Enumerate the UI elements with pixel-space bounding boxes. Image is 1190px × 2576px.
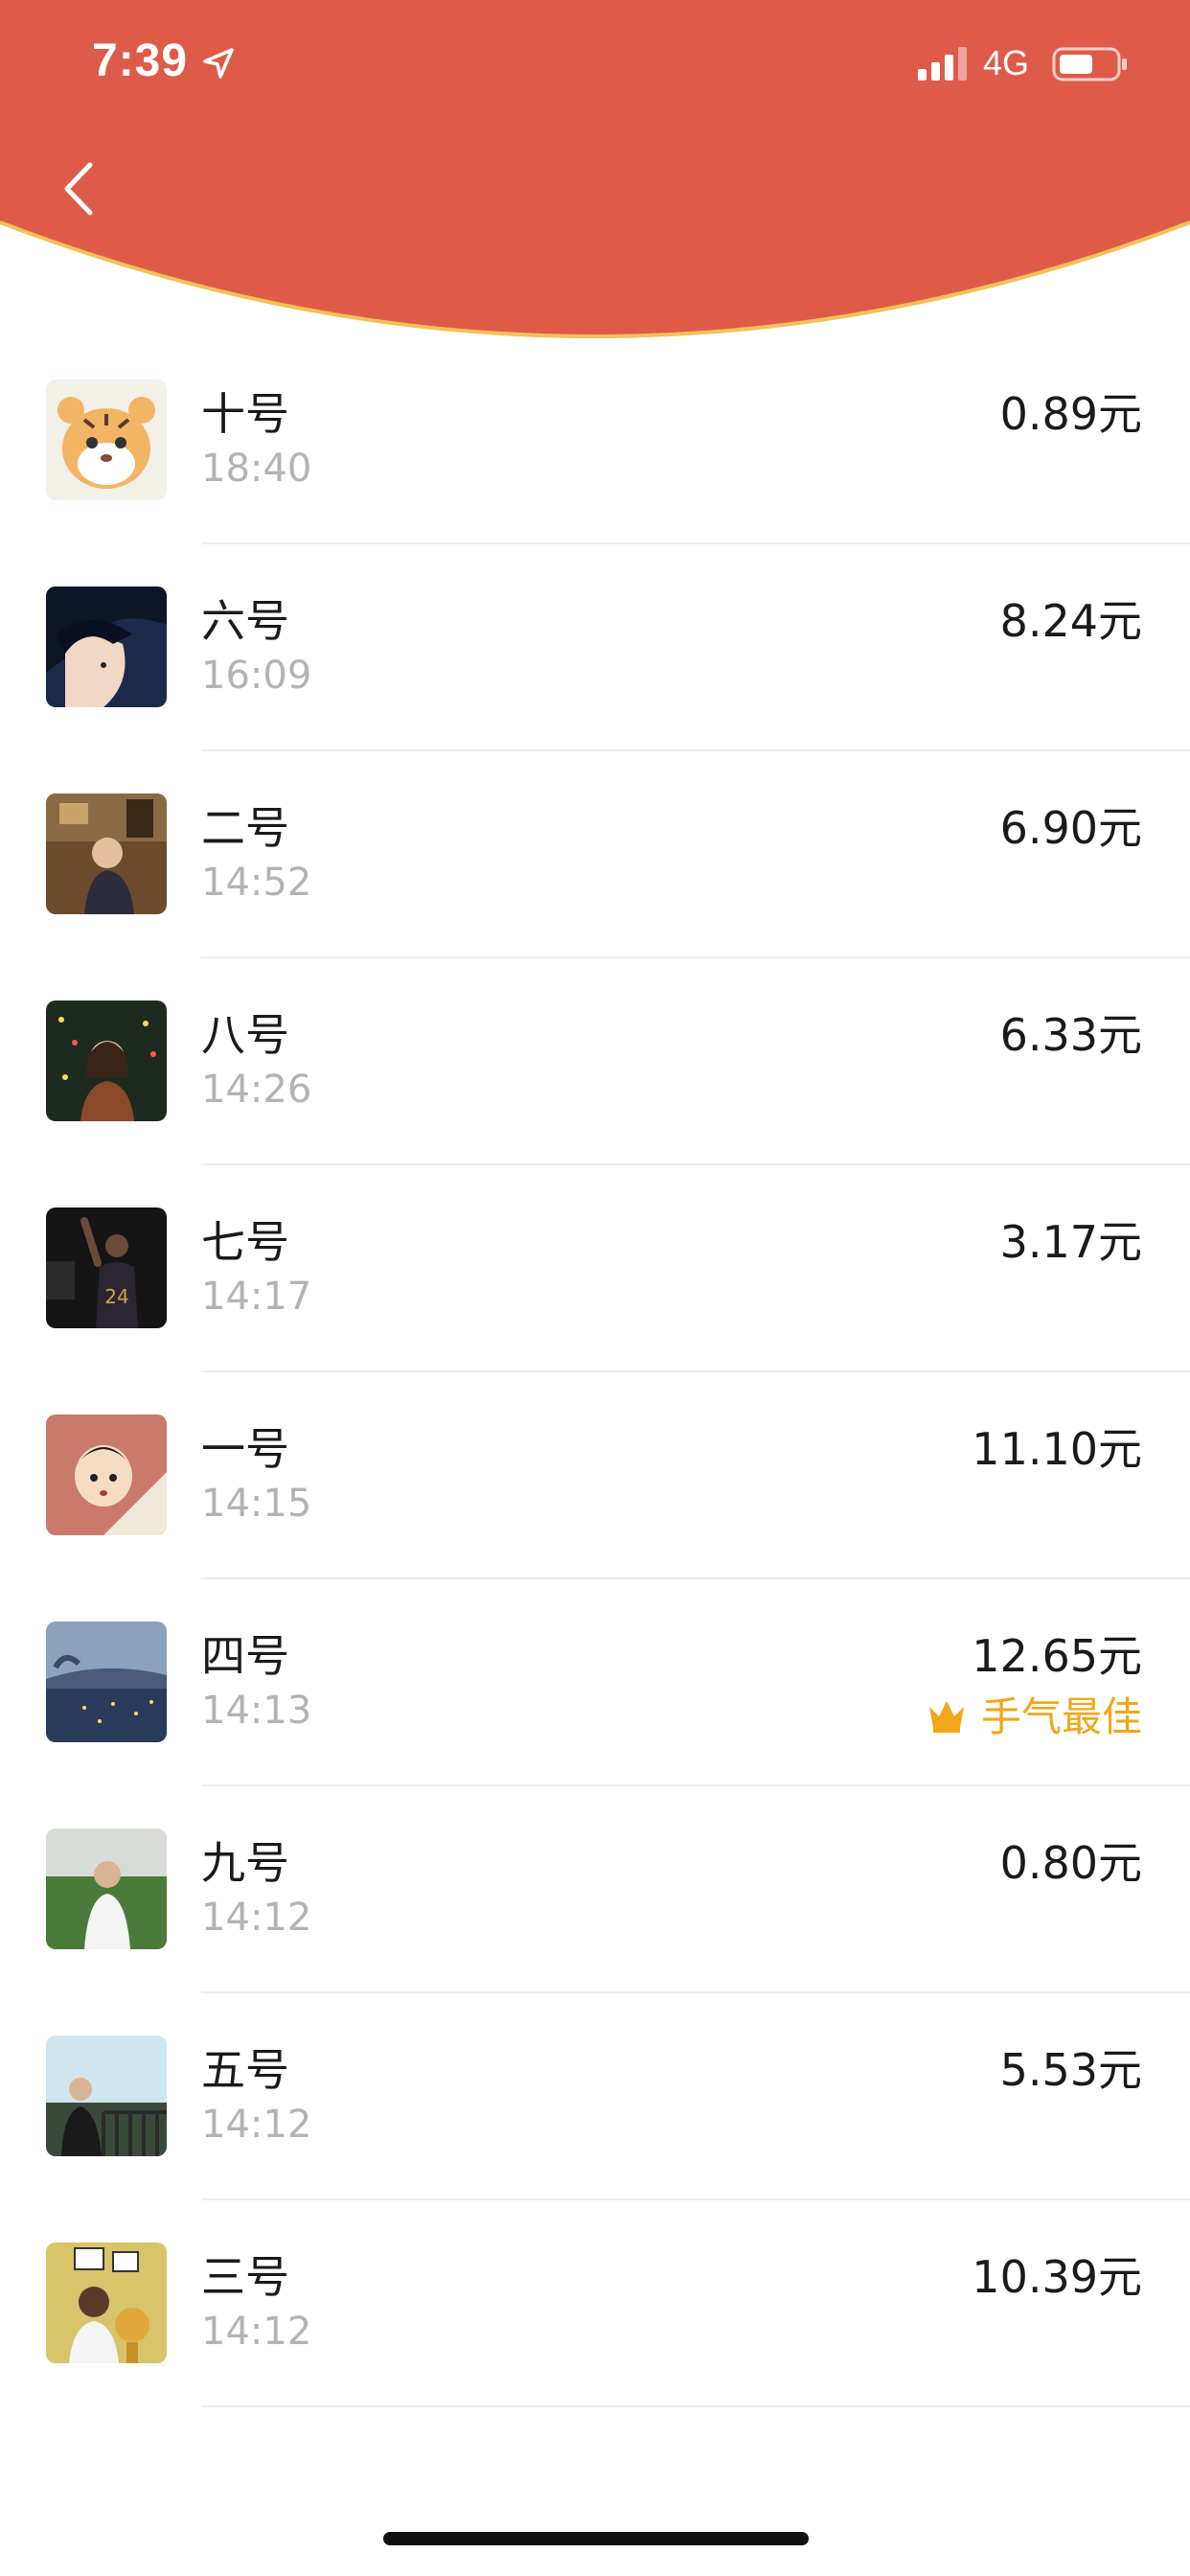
amount: 3.17元 [999, 1216, 1142, 1268]
receive-time: 14:12 [201, 2310, 312, 2354]
list-item[interactable]: 一号 14:15 11.10元 [0, 1372, 1190, 1579]
receive-time: 14:26 [201, 1068, 312, 1112]
avatar [46, 380, 167, 500]
receive-time: 14:13 [201, 1689, 312, 1733]
amount: 0.80元 [999, 1837, 1142, 1889]
avatar [46, 1828, 167, 1949]
list-item[interactable]: 九号 14:12 0.80元 [0, 1786, 1190, 1993]
member-name: 六号 [201, 595, 289, 647]
member-name: 十号 [201, 388, 289, 440]
avatar [46, 1414, 167, 1535]
list-item[interactable]: 三号 14:12 10.39元 [0, 2200, 1190, 2407]
amount: 12.65元 [972, 1630, 1142, 1682]
list-item[interactable]: 五号 14:12 5.53元 [0, 1993, 1190, 2200]
avatar [46, 794, 167, 914]
member-name: 二号 [201, 802, 289, 854]
status-time: 7:39 [92, 35, 189, 86]
avatar [46, 1000, 167, 1121]
avatar [46, 2036, 167, 2156]
amount: 5.53元 [999, 2044, 1142, 2096]
member-name: 七号 [201, 1216, 289, 1268]
list-item[interactable]: 十号 18:40 0.89元 [0, 337, 1190, 544]
best-luck-label: 手气最佳 [980, 1693, 1142, 1740]
member-name: 四号 [201, 1630, 289, 1682]
back-button[interactable] [52, 155, 109, 222]
red-packet-record-list: 十号 18:40 0.89元 六号 16:09 8.24元 二号 14:52 6… [0, 337, 1190, 2407]
status-bar: 7:39 4G [0, 0, 1190, 129]
avatar [46, 1622, 167, 1742]
amount: 8.24元 [999, 595, 1142, 647]
member-name: 一号 [201, 1423, 289, 1475]
member-name: 五号 [201, 2044, 289, 2096]
location-arrow-icon [203, 48, 234, 79]
member-name: 三号 [201, 2251, 289, 2303]
list-item[interactable]: 二号 14:52 6.90元 [0, 751, 1190, 958]
list-item[interactable]: 24 七号 14:17 3.17元 [0, 1165, 1190, 1372]
avatar [46, 586, 167, 707]
avatar: 24 [46, 1208, 167, 1328]
best-luck-badge: 手气最佳 [926, 1685, 1142, 1743]
receive-time: 14:12 [201, 1896, 312, 1940]
svg-text:24: 24 [104, 1285, 128, 1308]
member-name: 八号 [201, 1009, 289, 1061]
member-name: 九号 [201, 1837, 289, 1889]
home-indicator[interactable] [383, 2532, 809, 2545]
list-item[interactable]: 六号 16:09 8.24元 [0, 544, 1190, 751]
amount: 6.33元 [999, 1009, 1142, 1061]
signal-bars-icon [918, 47, 967, 80]
receive-time: 16:09 [201, 654, 312, 698]
amount: 10.39元 [972, 2251, 1142, 2303]
list-item[interactable]: 四号 14:13 12.65元 手气最佳 [0, 1579, 1190, 1786]
receive-time: 14:52 [201, 861, 312, 905]
receive-time: 18:40 [201, 447, 312, 491]
amount: 11.10元 [972, 1423, 1142, 1475]
chevron-left-icon [64, 162, 93, 216]
avatar [46, 2242, 167, 2363]
receive-time: 14:17 [201, 1275, 312, 1319]
amount: 6.90元 [999, 802, 1142, 854]
crown-icon [928, 1700, 964, 1733]
receive-time: 14:15 [201, 1482, 312, 1526]
network-label: 4G [983, 43, 1030, 82]
amount: 0.89元 [999, 388, 1142, 440]
receive-time: 14:12 [201, 2103, 312, 2147]
battery-icon [1052, 47, 1127, 81]
list-item[interactable]: 八号 14:26 6.33元 [0, 958, 1190, 1165]
